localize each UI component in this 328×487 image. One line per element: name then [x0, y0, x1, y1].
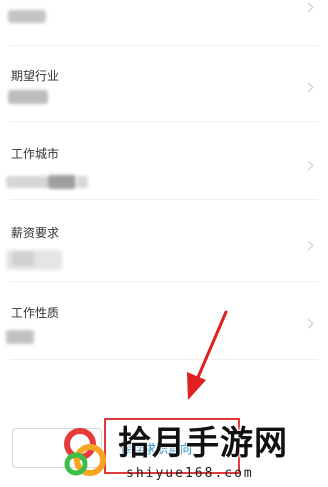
field-value-blurred — [6, 176, 50, 188]
field-value-blurred — [8, 10, 46, 23]
field-row-partial[interactable] — [0, 0, 328, 46]
watermark-url: shiyue168.com — [126, 466, 254, 481]
field-label-industry: 期望行业 — [11, 69, 60, 83]
field-row-industry[interactable]: 期望行业 — [0, 46, 328, 122]
field-value-blurred — [12, 252, 34, 266]
field-row-city[interactable]: 工作城市 — [0, 122, 328, 200]
field-value-blurred — [6, 330, 34, 344]
field-value-blurred — [76, 176, 88, 188]
chevron-right-icon — [303, 2, 314, 13]
watermark-logo — [64, 428, 106, 476]
chevron-right-icon — [303, 82, 314, 93]
field-label-salary: 薪资要求 — [11, 226, 60, 240]
field-label-job-type: 工作性质 — [11, 306, 60, 320]
field-label-city: 工作城市 — [11, 147, 60, 161]
chevron-right-icon — [303, 240, 314, 251]
divider — [10, 359, 318, 360]
field-row-salary[interactable]: 薪资要求 — [0, 200, 328, 282]
chevron-right-icon — [303, 318, 314, 329]
watermark-title: 拾月手游网 — [118, 424, 288, 461]
chevron-right-icon — [303, 160, 314, 171]
field-value-blurred — [8, 90, 48, 104]
field-row-job-type[interactable]: 工作性质 — [0, 282, 328, 360]
field-value-blurred — [48, 175, 76, 189]
